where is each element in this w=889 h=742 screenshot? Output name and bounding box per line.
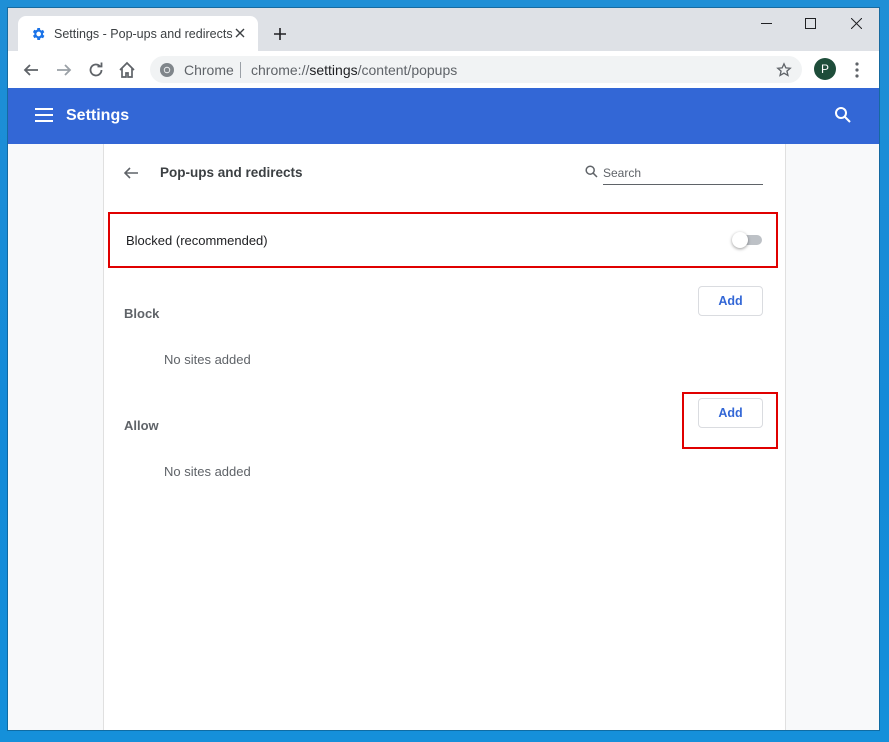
allow-section-label: Allow [124,418,159,433]
blocked-label: Blocked (recommended) [126,233,268,248]
omnibox-divider [240,62,241,78]
search-icon[interactable] [834,106,854,126]
block-section-label: Block [124,306,160,321]
omnibox-url[interactable]: chrome://settings/content/popups [251,62,457,78]
allow-empty-text: No sites added [164,464,251,479]
block-empty-text: No sites added [164,352,251,367]
chrome-icon [159,62,175,78]
browser-window: Settings - Pop-ups and redirects Chrome … [8,8,879,730]
allow-add-button[interactable]: Add [698,398,763,428]
search-input[interactable] [603,162,763,185]
new-tab-icon[interactable] [270,24,290,44]
address-bar[interactable]: Chrome chrome://settings/content/popups [150,56,802,83]
reload-icon[interactable] [85,59,107,81]
search-field-icon [585,165,599,179]
omnibox-site-chip: Chrome [184,62,234,78]
tab-strip: Settings - Pop-ups and redirects [8,8,879,51]
toggle-knob [732,232,748,248]
tab-settings[interactable]: Settings - Pop-ups and redirects [18,16,258,51]
block-add-button[interactable]: Add [698,286,763,316]
tab-title: Settings - Pop-ups and redirects [54,26,233,41]
forward-icon[interactable] [53,59,75,81]
home-icon[interactable] [116,59,138,81]
close-window-icon[interactable] [833,8,879,38]
gear-icon [30,26,46,42]
settings-card: Pop-ups and redirects Blocked (recommend… [104,144,785,730]
blocked-toggle[interactable] [732,232,764,248]
minimize-icon[interactable] [743,8,789,38]
maximize-icon[interactable] [787,8,833,38]
search-field [585,162,765,192]
back-icon[interactable] [20,59,42,81]
close-tab-icon[interactable] [232,25,248,41]
bookmark-star-icon[interactable] [774,60,794,80]
menu-icon[interactable] [35,108,53,122]
page-title: Pop-ups and redirects [160,165,303,180]
browser-toolbar: Chrome chrome://settings/content/popups … [8,51,879,89]
settings-header: Settings [8,88,879,144]
blocked-setting-row: Blocked (recommended) [108,212,778,268]
profile-avatar[interactable]: P [814,58,836,80]
back-arrow-icon[interactable] [122,164,142,184]
settings-title: Settings [66,107,130,124]
more-menu-icon[interactable] [848,59,866,81]
